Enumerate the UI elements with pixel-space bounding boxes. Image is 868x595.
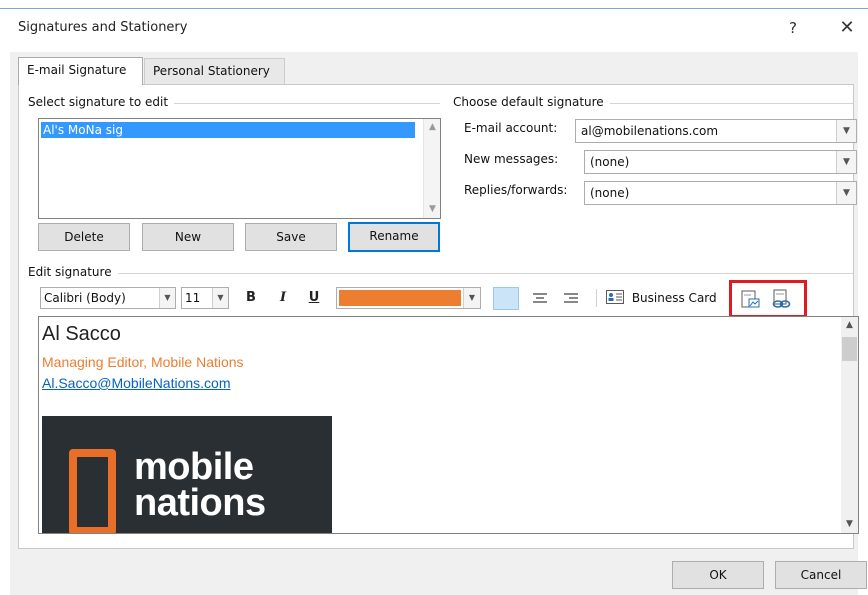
scroll-down-icon[interactable]: ▼ bbox=[424, 201, 441, 218]
group-divider bbox=[30, 273, 853, 274]
rename-button[interactable]: Rename bbox=[348, 222, 440, 252]
new-button-label: New bbox=[174, 230, 202, 244]
tab-personal-stationery[interactable]: Personal Stationery bbox=[144, 58, 285, 84]
new-messages-value: (none) bbox=[590, 155, 630, 169]
chevron-down-icon[interactable]: ▼ bbox=[212, 288, 228, 308]
toolbar-separator bbox=[596, 289, 597, 307]
font-color-dropdown[interactable]: ▼ bbox=[336, 287, 481, 309]
scroll-up-icon[interactable]: ▲ bbox=[841, 317, 858, 334]
email-account-value: al@mobilenations.com bbox=[581, 124, 719, 138]
chevron-down-icon[interactable]: ▼ bbox=[463, 288, 480, 308]
help-button[interactable]: ? bbox=[781, 16, 805, 40]
signature-list-item[interactable]: Al's MoNa sig bbox=[41, 122, 415, 138]
mobile-nations-logo: mobile nations bbox=[42, 416, 332, 533]
replies-forwards-label: Replies/forwards: bbox=[464, 183, 568, 197]
cancel-button[interactable]: Cancel bbox=[775, 561, 867, 589]
business-card-button[interactable]: Business Card bbox=[606, 287, 717, 309]
font-dropdown[interactable]: Calibri (Body) ▼ bbox=[40, 287, 176, 309]
signature-email-link[interactable]: Al.Sacco@MobileNations.com bbox=[42, 375, 231, 391]
bold-button[interactable]: B bbox=[241, 287, 261, 309]
logo-text-mobile: mobile bbox=[134, 446, 254, 488]
highlight-annotation-box bbox=[729, 280, 807, 318]
font-size-value: 11 bbox=[185, 291, 201, 305]
rename-button-label: Rename bbox=[369, 229, 419, 243]
chevron-down-icon[interactable]: ▼ bbox=[159, 288, 175, 308]
editor-scrollbar[interactable]: ▲ ▼ bbox=[841, 317, 858, 533]
new-messages-dropdown[interactable]: (none) ▼ bbox=[584, 150, 857, 174]
business-card-label: Business Card bbox=[631, 291, 717, 305]
edit-signature-group-label: Edit signature bbox=[28, 265, 118, 279]
replies-forwards-dropdown[interactable]: (none) ▼ bbox=[584, 181, 857, 205]
signature-list-scrollbar[interactable]: ▲ ▼ bbox=[423, 119, 440, 218]
signature-list[interactable]: Al's MoNa sig ▲ ▼ bbox=[38, 118, 441, 219]
tab-email-signature[interactable]: E-mail Signature bbox=[18, 57, 143, 85]
font-value: Calibri (Body) bbox=[44, 291, 126, 305]
scroll-thumb[interactable] bbox=[842, 337, 857, 361]
chevron-down-icon[interactable]: ▼ bbox=[836, 151, 856, 173]
chevron-down-icon[interactable]: ▼ bbox=[836, 120, 856, 142]
save-button-label: Save bbox=[276, 230, 306, 244]
logo-text-nations: nations bbox=[134, 482, 266, 524]
signature-job-title: Managing Editor, Mobile Nations bbox=[42, 354, 244, 370]
delete-button[interactable]: Delete bbox=[38, 223, 130, 251]
tab-personal-stationery-label: Personal Stationery bbox=[153, 64, 270, 78]
delete-button-label: Delete bbox=[64, 230, 104, 244]
underline-button[interactable]: U bbox=[304, 287, 324, 309]
chevron-down-icon[interactable]: ▼ bbox=[836, 182, 856, 204]
ok-button[interactable]: OK bbox=[672, 561, 764, 589]
dialog-title: Signatures and Stationery bbox=[18, 20, 188, 35]
new-button[interactable]: New bbox=[142, 223, 234, 251]
window-top-border bbox=[0, 8, 868, 9]
signature-editor[interactable]: Al Sacco Managing Editor, Mobile Nations… bbox=[38, 316, 859, 534]
align-center-icon[interactable] bbox=[527, 287, 553, 310]
new-messages-label: New messages: bbox=[464, 152, 559, 166]
close-button[interactable]: ✕ bbox=[835, 16, 859, 40]
replies-forwards-value: (none) bbox=[590, 186, 630, 200]
select-signature-group-label: Select signature to edit bbox=[28, 95, 175, 109]
align-right-icon[interactable] bbox=[558, 287, 584, 310]
email-account-label: E-mail account: bbox=[464, 121, 558, 135]
save-button[interactable]: Save bbox=[245, 223, 337, 251]
tab-email-signature-label: E-mail Signature bbox=[27, 63, 127, 77]
default-signature-group-label: Choose default signature bbox=[453, 95, 610, 109]
scroll-up-icon[interactable]: ▲ bbox=[424, 119, 441, 136]
business-card-icon bbox=[606, 290, 624, 304]
italic-button[interactable]: I bbox=[273, 287, 293, 309]
font-size-dropdown[interactable]: 11 ▼ bbox=[181, 287, 229, 309]
logo-phone-mark bbox=[69, 449, 116, 533]
font-color-swatch bbox=[339, 290, 461, 306]
signature-name: Al Sacco bbox=[42, 323, 121, 345]
scroll-down-icon[interactable]: ▼ bbox=[841, 516, 858, 533]
email-account-dropdown[interactable]: al@mobilenations.com ▼ bbox=[575, 119, 857, 143]
align-left-icon[interactable] bbox=[493, 287, 519, 310]
